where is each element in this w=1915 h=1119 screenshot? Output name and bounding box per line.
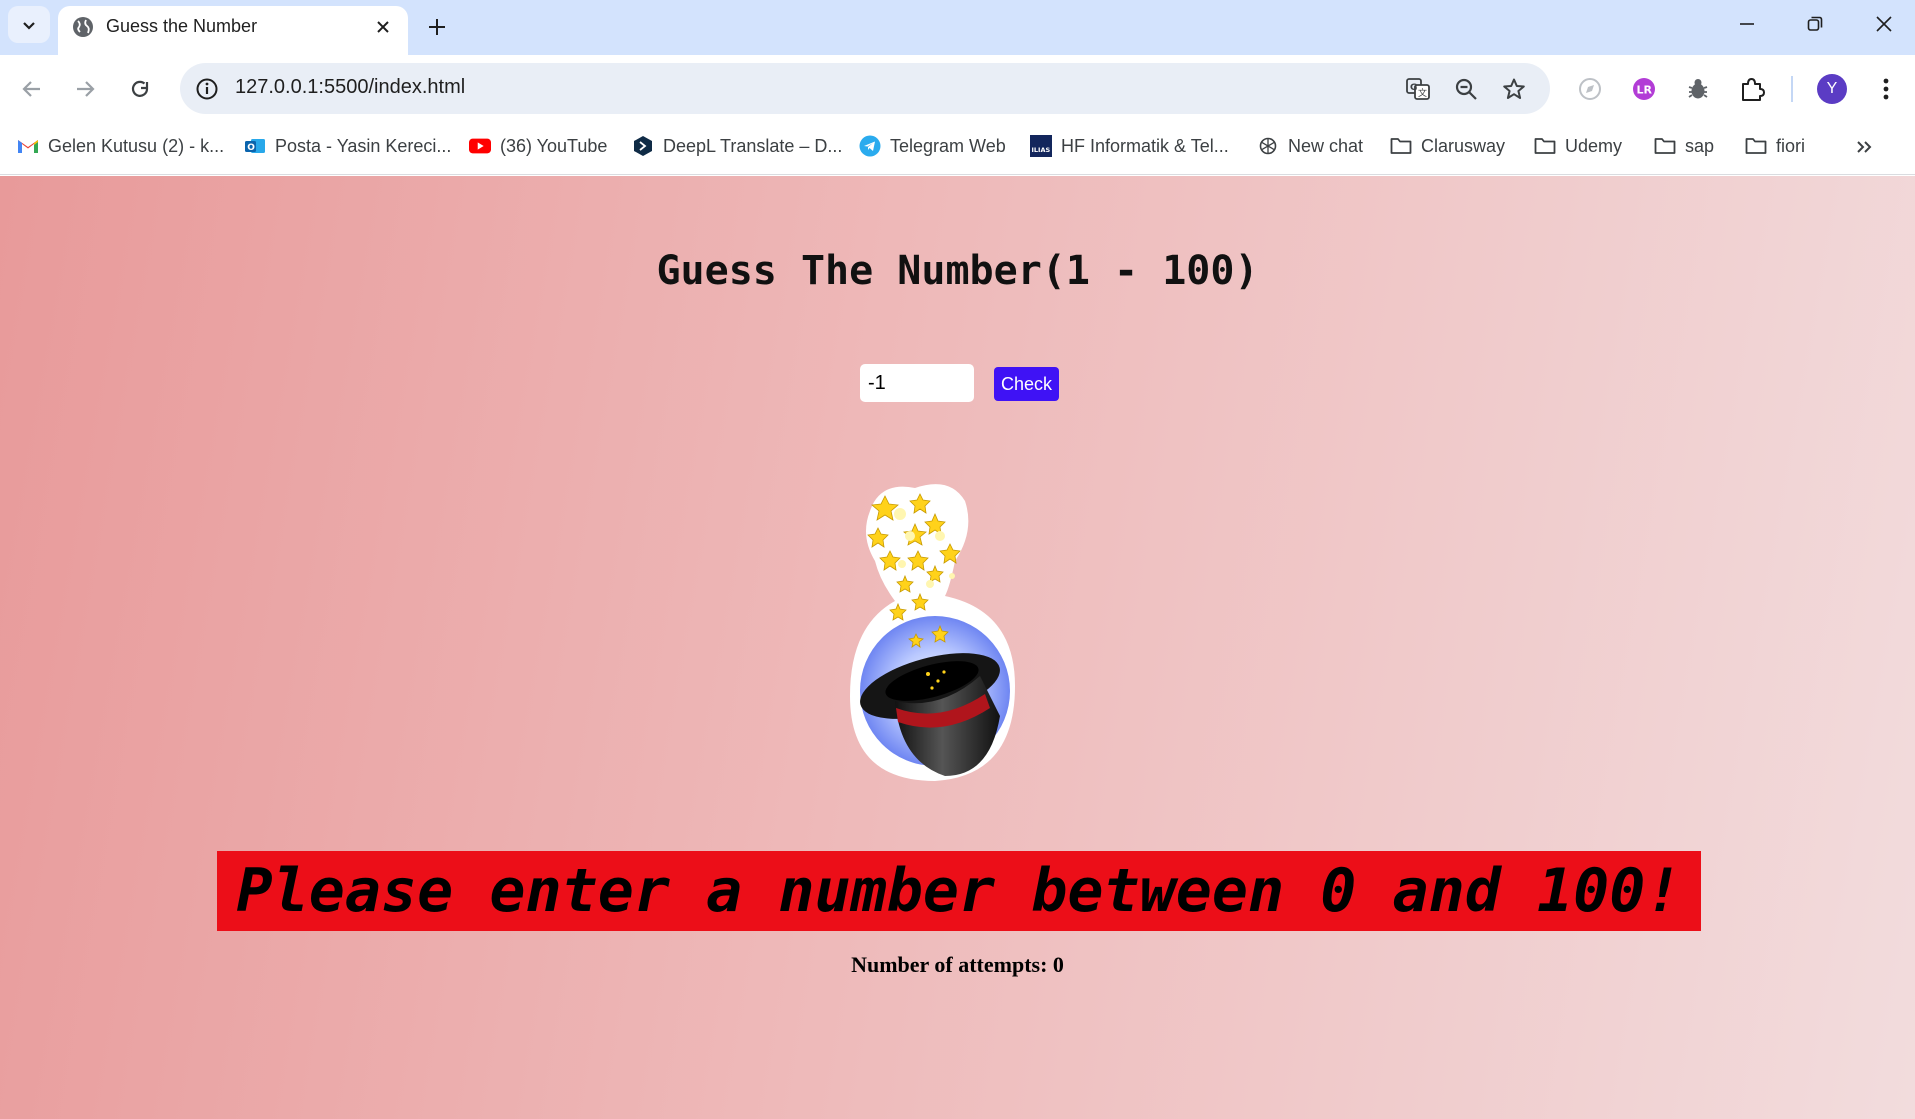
folder-icon [1390,135,1412,157]
bookmark-folder-fiori[interactable]: fiori [1745,131,1805,161]
telegram-icon [859,135,881,157]
folder-icon [1745,135,1767,157]
menu-button[interactable] [1866,69,1906,109]
arrow-left-icon [22,81,40,97]
bookmark-label: New chat [1288,135,1364,156]
bookmark-label: Telegram Web [890,135,1006,156]
plus-icon [429,19,445,35]
tab-strip: Guess the Number [0,0,1915,55]
attempts-value: 0 [1052,952,1064,977]
tab-search-button[interactable] [8,6,50,43]
page-title: Guess The Number(1 - 100) [656,248,1259,294]
zoom-out-icon [1455,78,1477,100]
extension-bug-button[interactable] [1678,69,1718,109]
bookmark-label: Gelen Kutusu (2) - k... [48,135,225,156]
lr-extension-icon: LR [1633,78,1655,100]
tab-title: Guess the Number [106,16,258,36]
svg-text:文: 文 [1418,87,1427,99]
extension-compass-button[interactable] [1570,69,1610,109]
chatgpt-icon [1257,135,1279,157]
svg-text:O: O [247,143,255,153]
minimize-button[interactable] [1720,6,1774,42]
bookmark-star-button[interactable] [1500,75,1528,103]
bookmark-telegram[interactable]: Telegram Web [859,131,1006,161]
info-icon [196,78,218,100]
svg-text:LR: LR [1637,84,1653,97]
double-chevron-right-icon [1857,141,1872,153]
ilias-icon: ILIAS [1030,135,1052,157]
bookmark-outlook[interactable]: O Posta - Yasin Kereci... [244,131,451,161]
bookmark-folder-udemy[interactable]: Udemy [1534,131,1622,161]
url-text: 127.0.0.1:5500/index.html [235,76,466,98]
star-icon [1503,78,1525,99]
attempts-counter: Number of attempts: 0 [0,952,1915,978]
bookmark-label: DeepL Translate – D... [663,135,843,156]
forward-button[interactable] [65,69,105,109]
bookmarks-bar: Gelen Kutusu (2) - k... O Posta - Yasin … [0,123,1915,175]
extension-lr-button[interactable]: LR [1624,69,1664,109]
chevron-down-icon [23,21,35,30]
toolbar: 127.0.0.1:5500/index.html G文 LR Y [0,55,1915,123]
bookmark-label: Clarusway [1421,135,1506,156]
tab-close-button[interactable] [370,14,396,40]
kebab-menu-icon [1883,78,1889,100]
avatar-initial: Y [1826,80,1838,97]
toolbar-divider [1791,76,1793,102]
tab-active[interactable]: Guess the Number [58,6,408,55]
bookmark-label: (36) YouTube [500,135,608,156]
svg-text:ILIAS: ILIAS [1032,146,1051,154]
deepl-icon [632,135,654,157]
bookmark-folder-sap[interactable]: sap [1654,131,1714,161]
folder-icon [1654,135,1676,157]
feedback-message: Please enter a number between 0 and 100! [217,851,1701,931]
bookmark-label: HF Informatik & Tel... [1061,135,1229,156]
restore-button[interactable] [1788,6,1842,42]
arrow-right-icon [77,81,95,97]
bookmark-gmail[interactable]: Gelen Kutusu (2) - k... [17,131,224,161]
zoom-button[interactable] [1452,75,1480,103]
bookmark-label: Posta - Yasin Kereci... [275,135,452,156]
translate-icon: G文 [1406,78,1430,100]
restore-icon [1807,16,1823,31]
bookmarks-overflow-button[interactable] [1850,133,1878,161]
bug-icon [1688,79,1708,99]
avatar: Y [1817,74,1847,104]
folder-icon [1534,135,1556,157]
compass-icon [1579,78,1601,100]
address-bar[interactable]: 127.0.0.1:5500/index.html G文 [180,63,1550,114]
reload-button[interactable] [120,69,160,109]
check-button[interactable]: Check [994,367,1059,401]
globe-icon [73,17,93,37]
close-icon [1876,16,1892,32]
bookmark-label: Udemy [1565,135,1623,156]
translate-button[interactable]: G文 [1404,75,1432,103]
minimize-icon [1740,23,1754,25]
reload-icon [131,80,149,97]
back-button[interactable] [12,69,52,109]
bookmark-folder-clarusway[interactable]: Clarusway [1390,131,1505,161]
bookmark-new-chat[interactable]: New chat [1257,131,1363,161]
extensions-button[interactable] [1732,69,1772,109]
bookmark-label: sap [1685,135,1715,156]
youtube-icon [469,135,491,157]
profile-button[interactable]: Y [1812,69,1852,109]
close-window-button[interactable] [1857,6,1911,42]
puzzle-icon [1742,78,1765,101]
bookmark-youtube[interactable]: (36) YouTube [469,131,607,161]
bookmark-label: fiori [1776,135,1806,156]
close-icon [377,21,389,33]
guess-input[interactable] [860,364,974,402]
magic-hat-image [850,484,1015,781]
attempts-label: Number of attempts: [851,952,1048,977]
new-tab-button[interactable] [420,10,454,44]
svg-text:G: G [1410,83,1417,93]
gmail-icon [17,135,39,157]
outlook-icon: O [244,135,266,157]
bookmark-hf-informatik[interactable]: ILIAS HF Informatik & Tel... [1030,131,1229,161]
page-content: Guess The Number(1 - 100) Check [0,176,1915,1119]
bookmark-deepl[interactable]: DeepL Translate – D... [632,131,842,161]
